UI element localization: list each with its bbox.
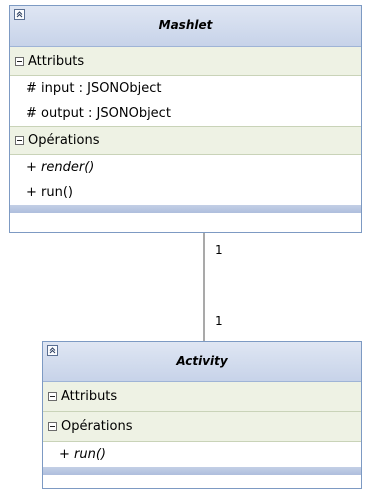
operations-section-header[interactable]: Opérations <box>10 126 361 155</box>
class-name: Mashlet <box>158 18 213 32</box>
class-header[interactable]: Activity <box>43 342 361 382</box>
attributes-label: Attributs <box>28 53 85 69</box>
class-name: Activity <box>176 354 228 368</box>
attribute-output[interactable]: # output : JSONObject <box>10 101 361 126</box>
operations-section-header[interactable]: Opérations <box>43 412 361 442</box>
target-multiplicity: 1 <box>215 314 223 328</box>
attributes-section-header[interactable]: Attributs <box>43 382 361 412</box>
operation-render[interactable]: + render() <box>10 155 361 180</box>
minus-box-icon[interactable] <box>15 56 24 66</box>
operations-label: Opérations <box>61 419 133 434</box>
operation-run[interactable]: + run() <box>10 180 361 205</box>
operation-run[interactable]: + run() <box>43 442 361 467</box>
source-multiplicity: 1 <box>215 243 223 257</box>
minus-box-icon[interactable] <box>15 136 24 145</box>
association-line[interactable] <box>203 233 205 341</box>
class-footer <box>43 467 361 475</box>
operations-label: Opérations <box>28 133 100 148</box>
class-mashlet[interactable]: Mashlet Attributs # input : JSONObject #… <box>9 5 362 233</box>
class-header[interactable]: Mashlet <box>10 6 361 47</box>
minus-box-icon[interactable] <box>48 392 57 401</box>
class-activity[interactable]: Activity Attributs Opérations + run() <box>42 341 362 489</box>
attributes-section-header[interactable]: Attributs <box>10 47 361 76</box>
class-footer <box>10 205 361 213</box>
minus-box-icon[interactable] <box>48 422 57 431</box>
attributes-label: Attributs <box>61 389 118 404</box>
attribute-input[interactable]: # input : JSONObject <box>10 76 361 101</box>
